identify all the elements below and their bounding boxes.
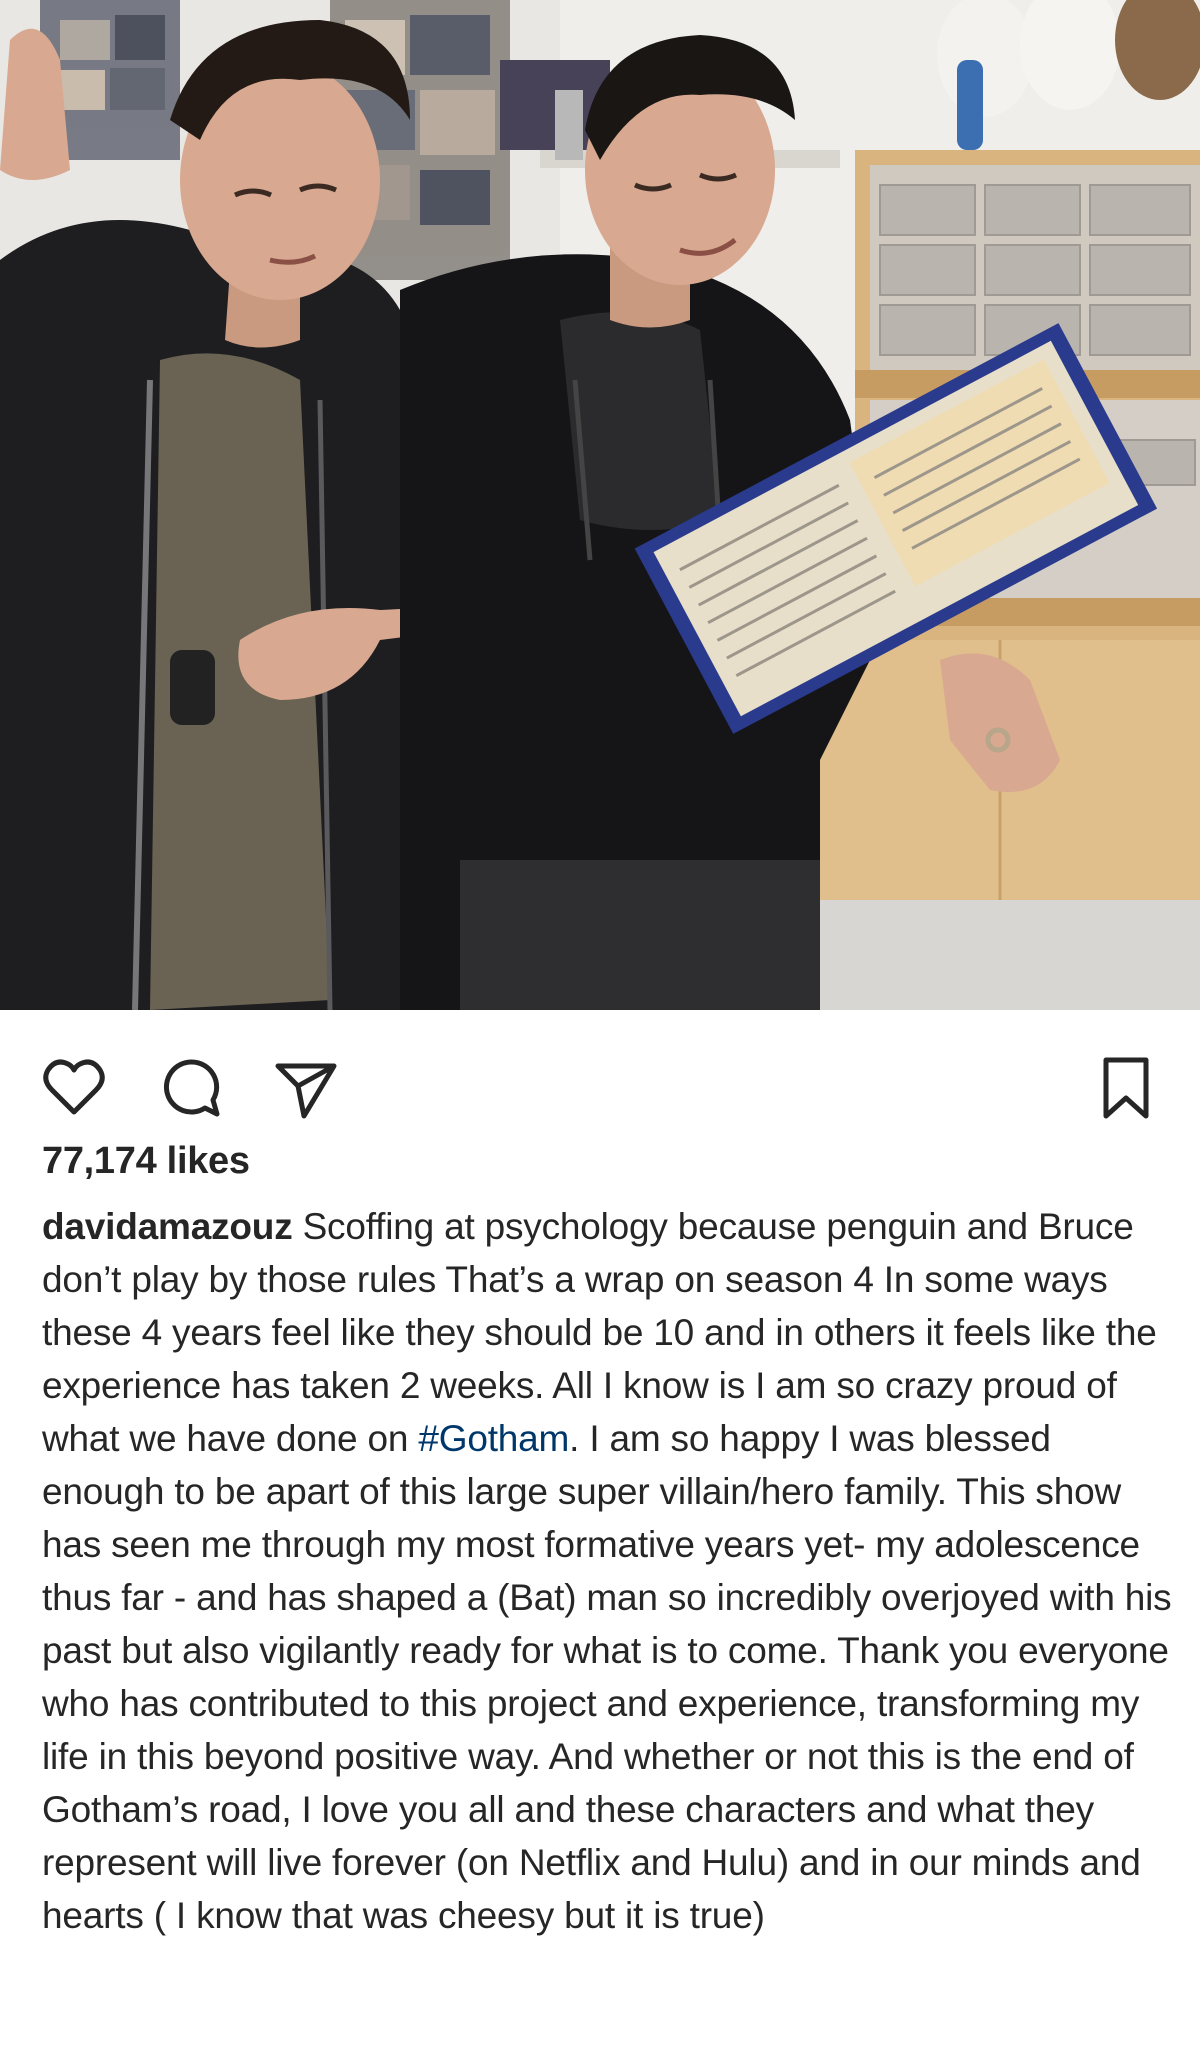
speech-bubble-icon[interactable] [155, 1052, 227, 1124]
paper-plane-icon[interactable] [270, 1052, 342, 1124]
hashtag-link[interactable]: #Gotham [418, 1418, 569, 1459]
post-photo-illustration [0, 0, 1200, 1010]
bookmark-outline-icon[interactable] [1090, 1052, 1162, 1124]
heart-outline-icon[interactable] [38, 1052, 110, 1124]
caption-text-part-2: . I am so happy I was blessed enough to … [42, 1418, 1172, 1936]
caption-username[interactable]: davidamazouz [42, 1206, 293, 1247]
post-photo[interactable] [0, 0, 1200, 1010]
post-caption: davidamazouz Scoffing at psychology beca… [42, 1200, 1172, 1942]
likes-count[interactable]: 77,174 likes [42, 1140, 250, 1183]
post-action-bar [0, 1010, 1200, 1150]
